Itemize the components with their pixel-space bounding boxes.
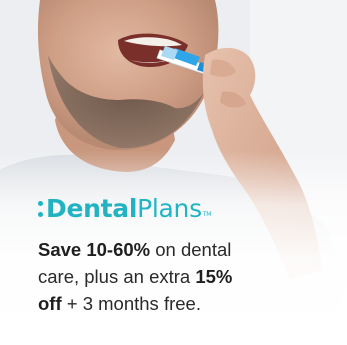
trademark-symbol: TM xyxy=(202,211,212,218)
logo-word-plans: Plans xyxy=(137,194,202,223)
offer-text-3: + 3 months free. xyxy=(61,293,201,314)
logo-wordmark: DentalPlansTM xyxy=(46,192,211,226)
offer-text-2: care, plus an extra xyxy=(38,266,196,287)
dentalplans-logo: DentalPlansTM xyxy=(38,192,211,226)
offer-discount-range: Save 10-60% xyxy=(38,239,151,260)
dentalplans-ad[interactable]: DentalPlansTM Save 10-60% on dental care… xyxy=(0,0,347,345)
offer-extra-percent: 15% xyxy=(195,266,233,287)
logo-word-dental: Dental xyxy=(46,194,138,223)
offer-text-1: on dental xyxy=(150,239,232,260)
offer-copy: Save 10-60% on dental care, plus an extr… xyxy=(38,236,308,317)
logo-dots-icon xyxy=(38,201,43,217)
offer-off: off xyxy=(38,293,62,314)
